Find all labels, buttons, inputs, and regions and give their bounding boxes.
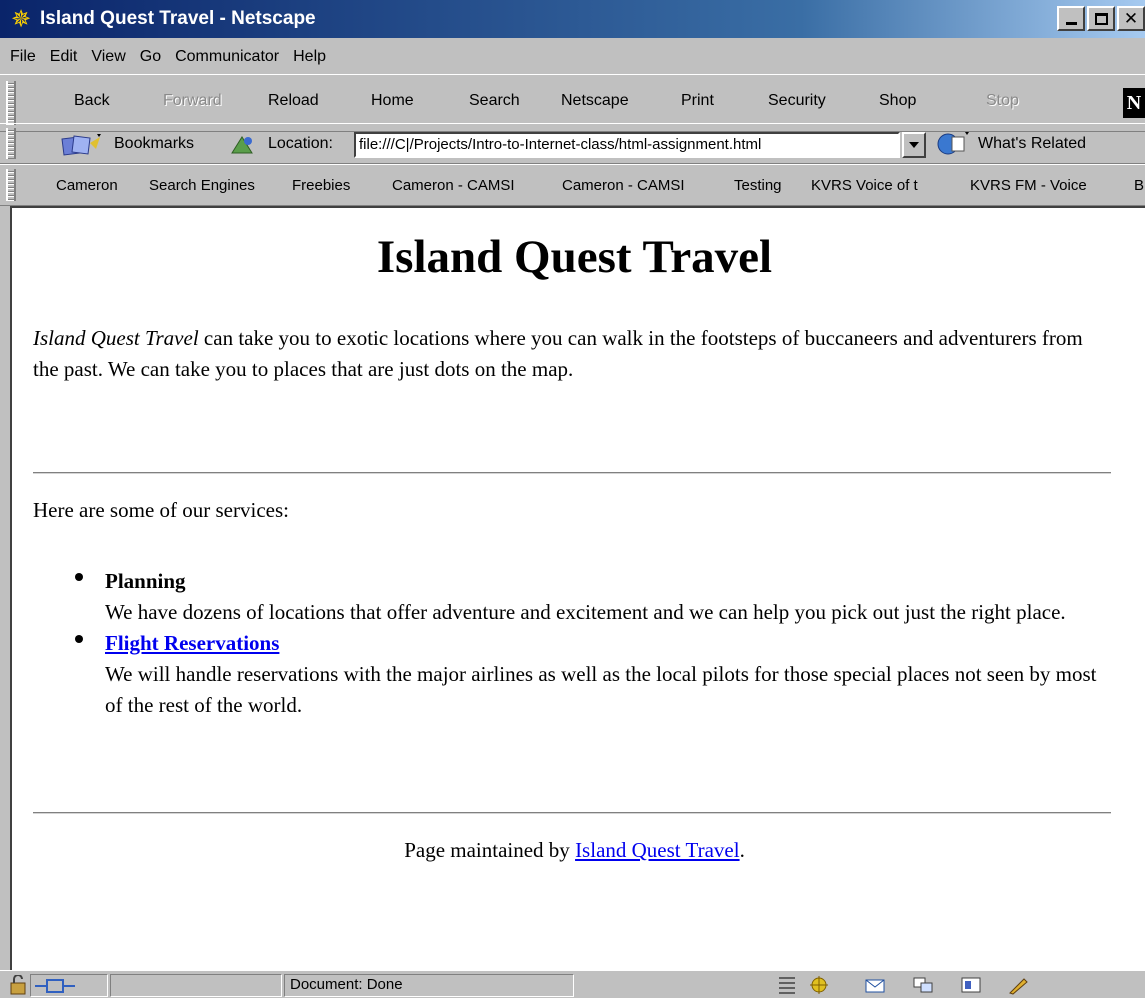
back-button[interactable]: Back <box>74 92 110 110</box>
bookmark-link[interactable]: Cameron - CAMSI <box>392 177 515 194</box>
home-button[interactable]: Home <box>371 92 414 110</box>
minimize-button[interactable] <box>1057 6 1085 31</box>
menu-view[interactable]: View <box>91 48 125 66</box>
netscape-button[interactable]: Netscape <box>561 92 629 110</box>
window-title: Island Quest Travel - Netscape <box>40 8 316 29</box>
flight-reservations-link[interactable]: Flight Reservations <box>105 628 1115 659</box>
title-bar[interactable]: ✵ Island Quest Travel - Netscape ✕ <box>0 0 1145 38</box>
service-item: Planning We have dozens of locations tha… <box>75 566 1115 628</box>
progress-bar <box>110 974 282 997</box>
connection-indicator <box>30 974 108 997</box>
maximize-button[interactable] <box>1087 6 1115 31</box>
chevron-down-icon <box>909 142 919 148</box>
menu-edit[interactable]: Edit <box>50 48 78 66</box>
discussion-groups-icon[interactable] <box>912 975 934 995</box>
location-label: Location: <box>268 135 333 152</box>
search-button[interactable]: Search <box>469 92 520 110</box>
bookmark-link[interactable]: Freebies <box>292 177 350 194</box>
netscape-app-icon[interactable]: ✵ <box>8 6 34 32</box>
menu-communicator[interactable]: Communicator <box>175 48 279 66</box>
navigator-icon[interactable] <box>808 975 830 995</box>
reload-button[interactable]: Reload <box>268 92 319 110</box>
menu-file[interactable]: File <box>10 48 36 66</box>
footer-suffix: . <box>739 838 745 862</box>
whats-related-icon[interactable] <box>936 131 970 157</box>
minimize-icon <box>1065 22 1077 25</box>
status-text: Document: Done <box>290 976 403 993</box>
divider <box>33 472 1111 474</box>
divider <box>33 812 1111 814</box>
bookmark-link[interactable]: Search Engines <box>149 177 255 194</box>
toolbar-grip[interactable] <box>6 169 16 201</box>
bookmark-link[interactable]: Cameron <box>56 177 118 194</box>
page-footer: Page maintained by Island Quest Travel. <box>12 838 1137 863</box>
bookmarks-label[interactable]: Bookmarks <box>114 135 194 153</box>
bullet-icon <box>75 573 83 581</box>
toolbar-grip[interactable] <box>6 127 16 160</box>
netscape-n-logo[interactable]: N <box>1123 88 1145 118</box>
intro-paragraph: Island Quest Travel can take you to exot… <box>33 323 1093 385</box>
personal-toolbar: Cameron Search Engines Freebies Cameron … <box>0 164 1145 206</box>
composer-icon[interactable] <box>1008 975 1030 995</box>
footer-prefix: Page maintained by <box>404 838 576 862</box>
service-description: We will handle reservations with the maj… <box>105 662 1097 717</box>
service-title-planning: Planning <box>105 569 186 593</box>
page-title: Island Quest Travel <box>376 231 773 283</box>
page-content[interactable]: Island Quest Travel Island Quest Travel … <box>10 206 1145 970</box>
maximize-icon <box>1094 12 1108 25</box>
menu-bar: File Edit View Go Communicator Help <box>0 40 1145 74</box>
security-button[interactable]: Security <box>768 92 826 110</box>
intro-company-name: Island Quest Travel <box>33 326 199 350</box>
bookmark-link[interactable]: KVRS Voice of t <box>811 177 918 194</box>
service-description: We have dozens of locations that offer a… <box>105 600 1066 624</box>
bookmark-link[interactable]: B <box>1134 177 1144 194</box>
connection-icon <box>35 979 75 993</box>
close-icon: ✕ <box>1123 8 1139 29</box>
bullet-icon <box>75 635 83 643</box>
url-dropdown-button[interactable] <box>902 132 926 158</box>
status-bar: Document: Done <box>0 970 1145 998</box>
menu-help[interactable]: Help <box>293 48 326 66</box>
services-list: Planning We have dozens of locations tha… <box>75 566 1115 721</box>
security-lock-icon[interactable] <box>8 975 30 995</box>
toolbar-grip[interactable] <box>6 80 16 126</box>
location-icon[interactable] <box>228 133 258 157</box>
print-button[interactable]: Print <box>681 92 714 110</box>
location-toolbar: Bookmarks Location: file:///C|/Projects/… <box>0 123 1145 164</box>
address-book-icon[interactable] <box>960 975 982 995</box>
forward-button[interactable]: Forward <box>163 92 222 110</box>
footer-link[interactable]: Island Quest Travel <box>575 838 740 862</box>
mail-icon[interactable] <box>864 975 886 995</box>
menu-go[interactable]: Go <box>140 48 161 66</box>
whats-related-label[interactable]: What's Related <box>978 135 1086 153</box>
bookmark-link[interactable]: Testing <box>734 177 782 194</box>
url-input[interactable]: file:///C|/Projects/Intro-to-Internet-cl… <box>354 132 900 158</box>
bookmarks-icon[interactable] <box>60 133 104 157</box>
bookmark-link[interactable]: KVRS FM - Voice <box>970 177 1087 194</box>
service-item: Flight Reservations We will handle reser… <box>75 628 1115 721</box>
services-intro: Here are some of our services: <box>33 498 289 522</box>
close-button[interactable]: ✕ <box>1117 6 1145 31</box>
stop-button[interactable]: Stop <box>986 92 1019 110</box>
window-frame-left <box>0 206 10 970</box>
bookmark-link[interactable]: Cameron - CAMSI <box>562 177 685 194</box>
shop-button[interactable]: Shop <box>879 92 916 110</box>
component-bar-handle-icon[interactable] <box>776 975 798 995</box>
